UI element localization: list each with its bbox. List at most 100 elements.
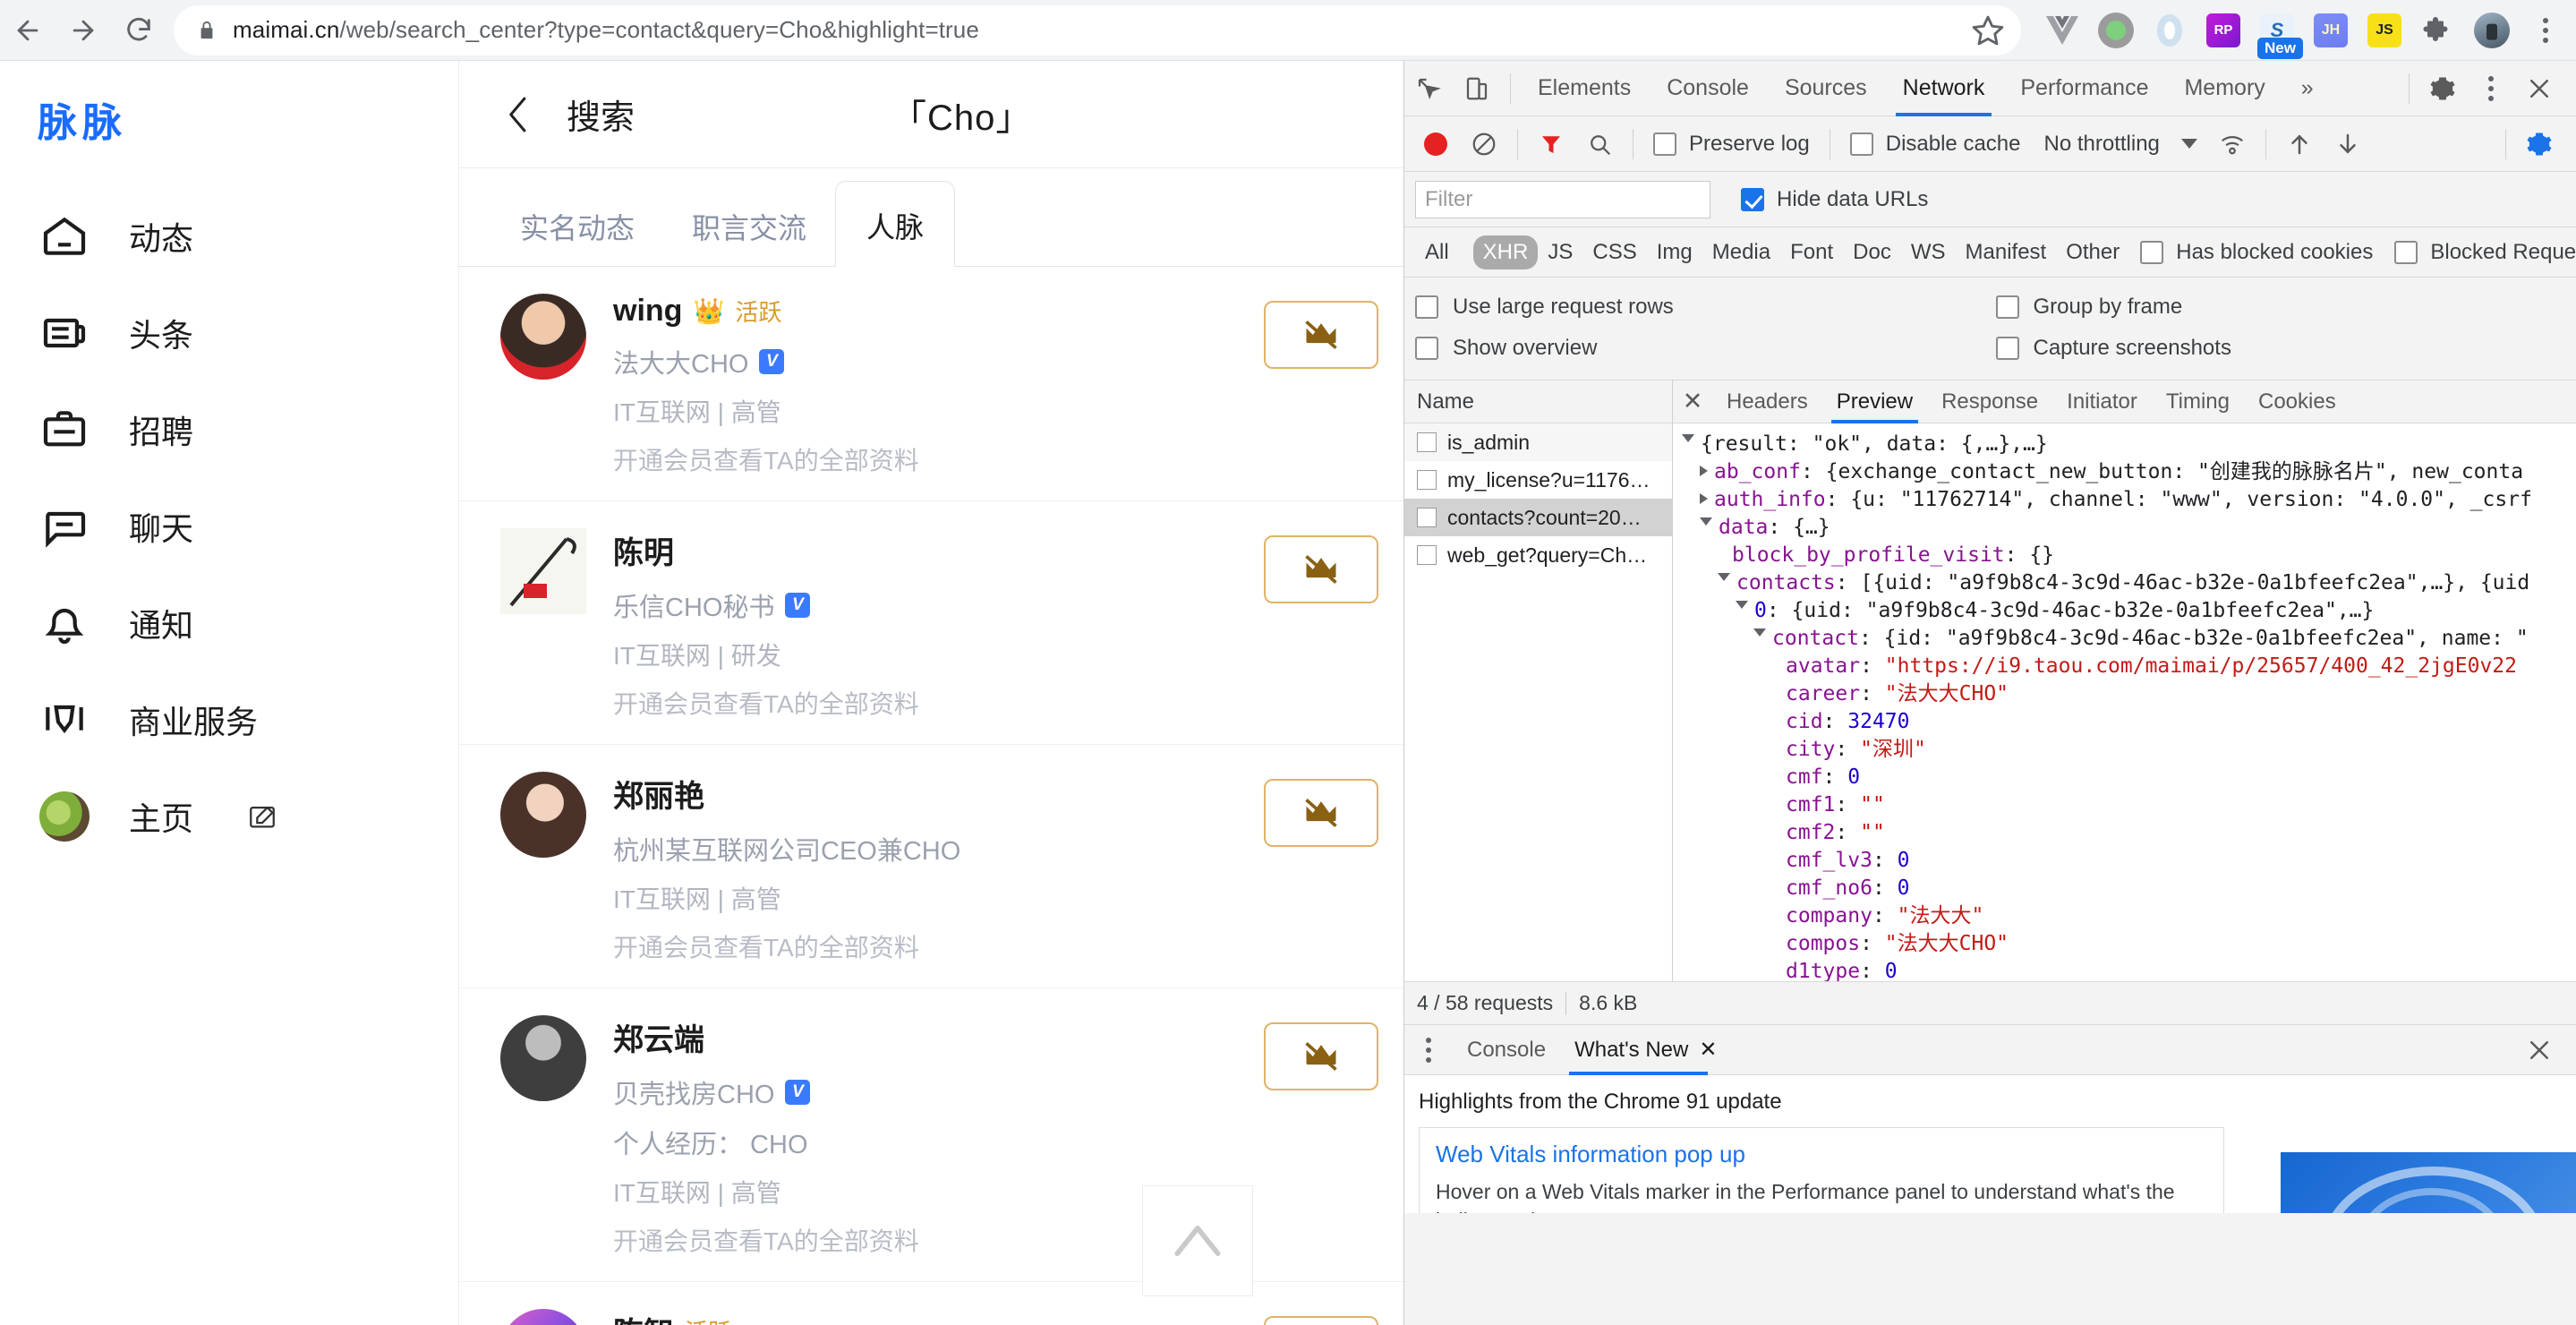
triangle-right-icon[interactable] (1700, 493, 1708, 504)
preserve-log-checkbox[interactable] (1653, 132, 1676, 156)
sidebar-item-business[interactable]: 商业服务 (0, 671, 458, 768)
type-filter-font[interactable]: Font (1780, 235, 1843, 269)
tab-response[interactable]: Response (1927, 380, 2052, 423)
filter-input[interactable]: Filter (1415, 180, 1710, 218)
json-line[interactable]: cmf_no6: 0 (1673, 875, 2576, 902)
drawer-more-icon[interactable] (1404, 1026, 1453, 1074)
type-filter-other[interactable]: Other (2056, 235, 2129, 269)
capture-screenshots-checkbox[interactable] (1995, 337, 2019, 360)
whats-new-card[interactable]: Web Vitals information pop up Hover on a… (1419, 1127, 2224, 1213)
type-filter-all[interactable]: All (1415, 235, 1459, 269)
json-line[interactable]: 0: {uid: "a9f9b8c4-3c9d-46ac-b32e-0a1bfe… (1673, 597, 2576, 625)
network-settings-gear-icon[interactable] (2515, 120, 2563, 168)
contact-row[interactable]: 陈智 活跃 北京创业酵母管理咨询有限公司合伙人、CHOV IT互联网 | 高管 … (459, 1282, 1403, 1325)
json-line[interactable]: cmf1: "" (1673, 791, 2576, 819)
device-toolbar-icon[interactable] (1453, 64, 1501, 113)
contact-vip-action-button[interactable] (1264, 1316, 1378, 1325)
json-line[interactable]: ab_conf: {exchange_contact_new_button: "… (1673, 458, 2576, 486)
s-extension-icon[interactable]: S New (2252, 5, 2303, 59)
scroll-to-top-button[interactable] (1142, 1185, 1253, 1296)
contact-row[interactable]: 郑云端 贝壳找房CHO V 个人经历： CHO IT互联网 | 高管 开通会员查看… (459, 988, 1403, 1282)
filter-icon[interactable] (1527, 120, 1575, 168)
rp-extension-icon[interactable]: RP (2198, 5, 2248, 56)
triangle-down-icon[interactable] (1718, 573, 1730, 586)
address-bar[interactable]: maimai.cn/web/search_center?type=contact… (174, 4, 2021, 56)
blocked-requests-checkbox[interactable] (2394, 240, 2418, 264)
close-drawer-icon[interactable] (2515, 1026, 2563, 1074)
edit-profile-icon[interactable] (247, 801, 277, 832)
sidebar-item-profile[interactable]: 主页 (0, 768, 458, 865)
tab-headers[interactable]: Headers (1712, 380, 1822, 423)
network-conditions-icon[interactable] (2208, 120, 2256, 168)
puzzle-extensions-icon[interactable] (2413, 5, 2463, 56)
json-line[interactable]: cid: 32470 (1673, 708, 2576, 736)
green-circle-extension-icon[interactable] (2091, 5, 2141, 56)
json-line[interactable]: contacts: [{uid: "a9f9b8c4-3c9d-46ac-b32… (1673, 569, 2576, 597)
vue-devtools-extension-icon[interactable] (2037, 5, 2087, 56)
contact-vip-action-button[interactable] (1264, 301, 1378, 369)
tab-preview[interactable]: Preview (1822, 380, 1927, 423)
jh-extension-icon[interactable]: JH (2306, 5, 2356, 56)
json-line[interactable]: compos: "法大大CHO" (1673, 930, 2576, 958)
sidebar-item-feed[interactable]: 动态 (0, 188, 458, 285)
type-filter-xhr[interactable]: XHR (1472, 235, 1539, 269)
has-blocked-cookies-checkbox[interactable] (2140, 240, 2164, 264)
contact-avatar[interactable] (500, 528, 586, 614)
contact-row[interactable]: wing 👑 活跃 法大大CHO V IT互联网 | 高管 开通会员查看TA的全部… (459, 267, 1403, 501)
record-button[interactable] (1412, 120, 1460, 168)
tab-performance[interactable]: Performance (2002, 61, 2166, 116)
request-row[interactable]: web_get?query=Ch… (1404, 536, 1672, 574)
type-filter-js[interactable]: JS (1538, 235, 1582, 269)
triangle-down-icon[interactable] (1753, 628, 1766, 642)
disable-cache-checkbox[interactable] (1849, 132, 1873, 156)
json-line[interactable]: career: "法大大CHO" (1673, 680, 2576, 708)
tab-real-name-feed[interactable]: 实名动态 (491, 206, 663, 267)
contact-row[interactable]: 郑丽艳 杭州某互联网公司CEO兼CHO IT互联网 | 高管 开通会员查看TA的… (459, 745, 1403, 988)
more-panels-button[interactable]: » (2283, 61, 2332, 116)
reload-icon[interactable] (111, 3, 166, 58)
bookmark-star-icon[interactable] (1971, 13, 2005, 47)
json-line[interactable]: {result: "ok", data: {,…},…} (1673, 431, 2576, 458)
tab-initiator[interactable]: Initiator (2052, 380, 2152, 423)
import-har-icon[interactable] (2275, 120, 2324, 168)
export-har-icon[interactable] (2324, 120, 2372, 168)
type-filter-doc[interactable]: Doc (1843, 235, 1901, 269)
close-detail-icon[interactable]: ✕ (1673, 388, 1712, 415)
chrome-menu-icon[interactable] (2521, 5, 2571, 56)
triangle-down-icon[interactable] (1700, 517, 1712, 531)
json-line[interactable]: cmf2: "" (1673, 819, 2576, 847)
contact-vip-action-button[interactable] (1264, 779, 1378, 847)
json-line[interactable]: block_by_profile_visit: {} (1673, 542, 2576, 569)
json-line[interactable]: cmf_lv3: 0 (1673, 847, 2576, 875)
clear-icon[interactable] (1460, 120, 1508, 168)
json-line[interactable]: contact: {id: "a9f9b8c4-3c9d-46ac-b32e-0… (1673, 625, 2576, 653)
request-checkbox[interactable] (1417, 508, 1437, 527)
tab-contacts[interactable]: 人脉 (835, 181, 956, 267)
tab-cookies[interactable]: Cookies (2244, 380, 2350, 423)
json-line[interactable]: data: {…} (1673, 514, 2576, 542)
json-line[interactable]: auth_info: {u: "11762714", channel: "www… (1673, 486, 2576, 514)
type-filter-manifest[interactable]: Manifest (1956, 235, 2057, 269)
tab-memory[interactable]: Memory (2166, 61, 2282, 116)
use-large-request-rows-checkbox[interactable] (1415, 295, 1438, 319)
request-row[interactable]: my_license?u=1176… (1404, 461, 1672, 499)
back-chevron-icon[interactable] (486, 95, 550, 134)
request-checkbox[interactable] (1417, 545, 1437, 565)
request-column-header-name[interactable]: Name (1404, 380, 1672, 423)
json-preview-tree[interactable]: {result: "ok", data: {,…},…} ab_conf: {ex… (1673, 423, 2576, 981)
contact-avatar[interactable] (500, 294, 586, 380)
close-whats-new-icon[interactable]: ✕ (1699, 1037, 1717, 1063)
contact-vip-action-button[interactable] (1264, 535, 1378, 603)
blue-drop-extension-icon[interactable] (2145, 5, 2195, 56)
tab-elements[interactable]: Elements (1520, 61, 1649, 116)
search-icon[interactable] (1575, 120, 1624, 168)
contact-row[interactable]: 陈明 乐信CHO秘书 V IT互联网 | 研发 开通会员查看TA的全部资料 (459, 501, 1403, 745)
forward-arrow-icon[interactable] (55, 3, 111, 58)
contact-avatar[interactable] (500, 772, 586, 858)
tab-workplace-talk[interactable]: 职言交流 (663, 206, 835, 267)
type-filter-css[interactable]: CSS (1582, 235, 1646, 269)
sidebar-item-chat[interactable]: 聊天 (0, 478, 458, 575)
triangle-down-icon[interactable] (1736, 601, 1748, 614)
inspect-element-icon[interactable] (1404, 64, 1453, 113)
sidebar-item-notifications[interactable]: 通知 (0, 575, 458, 671)
